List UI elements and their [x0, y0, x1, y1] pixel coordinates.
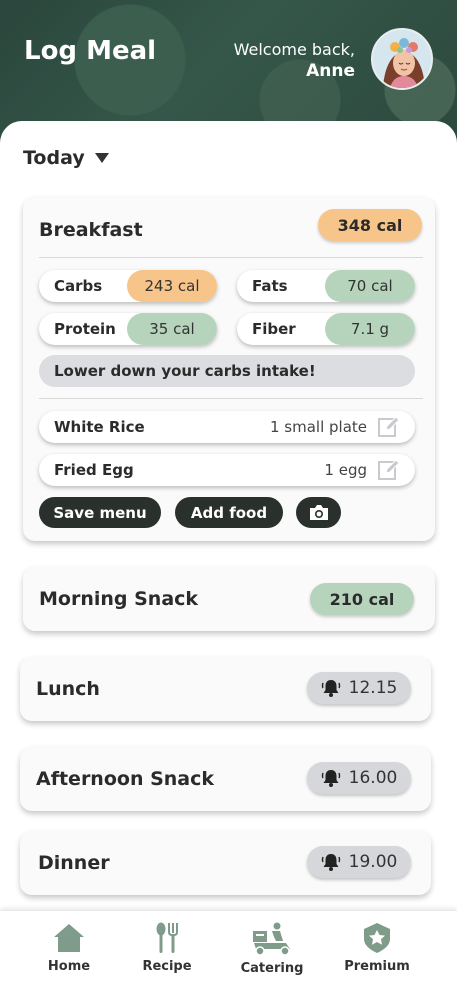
reminder-time: 16.00: [348, 768, 398, 788]
nutrient-fats: Fats 70 cal: [237, 270, 415, 302]
welcome-text: Welcome back,: [233, 40, 355, 59]
nav-catering[interactable]: Catering: [232, 921, 312, 976]
meal-title: Dinner: [38, 852, 110, 874]
food-quantity: 1 egg: [324, 461, 367, 479]
breakfast-card: Breakfast 348 cal Carbs 243 cal Fats 70 …: [23, 197, 435, 541]
nutrient-protein: Protein 35 cal: [39, 313, 217, 345]
nutrient-value: 7.1 g: [325, 313, 415, 345]
meal-card-dinner[interactable]: Dinner 19.00: [20, 831, 431, 895]
nav-recipe[interactable]: Recipe: [127, 921, 207, 974]
nutrient-label: Carbs: [54, 277, 103, 295]
bell-icon: [321, 680, 340, 697]
nutrient-value: 35 cal: [127, 313, 217, 345]
nav-home[interactable]: Home: [29, 921, 109, 974]
divider: [39, 398, 423, 399]
reminder-time: 19.00: [348, 852, 398, 872]
food-item[interactable]: White Rice 1 small plate: [39, 411, 415, 443]
date-label: Today: [23, 147, 85, 169]
home-icon: [54, 924, 84, 952]
nav-label: Home: [47, 959, 91, 974]
meal-card-afternoon-snack[interactable]: Afternoon Snack 16.00: [20, 747, 431, 811]
avatar[interactable]: [371, 28, 433, 90]
food-name: White Rice: [54, 418, 145, 436]
nutrient-carbs: Carbs 243 cal: [39, 270, 217, 302]
meal-title: Morning Snack: [39, 588, 199, 610]
avatar-illustration-icon: [373, 30, 431, 88]
food-name: Fried Egg: [54, 461, 134, 479]
meal-title: Afternoon Snack: [36, 768, 215, 790]
delivery-scooter-icon: [253, 922, 290, 956]
nutrient-value: 243 cal: [127, 270, 217, 302]
nav-label: Premium: [344, 959, 410, 974]
nutrient-label: Fats: [252, 277, 288, 295]
camera-button[interactable]: [296, 497, 341, 528]
edit-icon[interactable]: [377, 415, 401, 439]
nav-label: Recipe: [142, 959, 192, 974]
food-item[interactable]: Fried Egg 1 egg: [39, 454, 415, 486]
nav-label: Catering: [240, 961, 304, 976]
breakfast-calories-badge: 348 cal: [318, 209, 422, 241]
divider: [39, 257, 423, 258]
meal-reminder-badge[interactable]: 16.00: [307, 762, 411, 794]
main-sheet: Today Breakfast 348 cal Carbs 243 cal Fa…: [0, 121, 457, 911]
premium-badge-icon: [364, 923, 390, 953]
caret-down-icon: [94, 153, 109, 163]
nutrient-label: Fiber: [252, 320, 296, 338]
breakfast-title: Breakfast: [39, 219, 143, 241]
add-food-button[interactable]: Add food: [175, 497, 283, 528]
meal-reminder-badge[interactable]: 19.00: [307, 846, 411, 878]
meal-title: Lunch: [36, 678, 100, 700]
meal-card-morning-snack[interactable]: Morning Snack 210 cal: [23, 567, 435, 631]
page-title: Log Meal: [24, 36, 157, 66]
bottom-nav: Home Recipe Catering Premium: [0, 911, 457, 987]
food-quantity: 1 small plate: [269, 418, 367, 436]
meal-card-lunch[interactable]: Lunch 12.15: [20, 657, 431, 721]
user-name: Anne: [306, 61, 355, 81]
nutrient-fiber: Fiber 7.1 g: [237, 313, 415, 345]
nutrient-value: 70 cal: [325, 270, 415, 302]
meal-reminder-badge[interactable]: 12.15: [307, 672, 411, 704]
nutrient-label: Protein: [54, 320, 116, 338]
welcome-message: Welcome back, Anne: [234, 40, 355, 81]
edit-icon[interactable]: [377, 458, 401, 482]
meal-calories-badge: 210 cal: [310, 583, 414, 615]
camera-icon: [309, 504, 328, 520]
reminder-time: 12.15: [348, 678, 398, 698]
fork-spoon-icon: [156, 922, 178, 953]
date-selector[interactable]: Today: [23, 147, 109, 169]
nav-premium[interactable]: Premium: [337, 921, 417, 974]
bell-icon: [321, 854, 340, 871]
bell-icon: [321, 770, 340, 787]
save-menu-button[interactable]: Save menu: [39, 497, 161, 528]
carbs-warning: Lower down your carbs intake!: [39, 355, 415, 387]
